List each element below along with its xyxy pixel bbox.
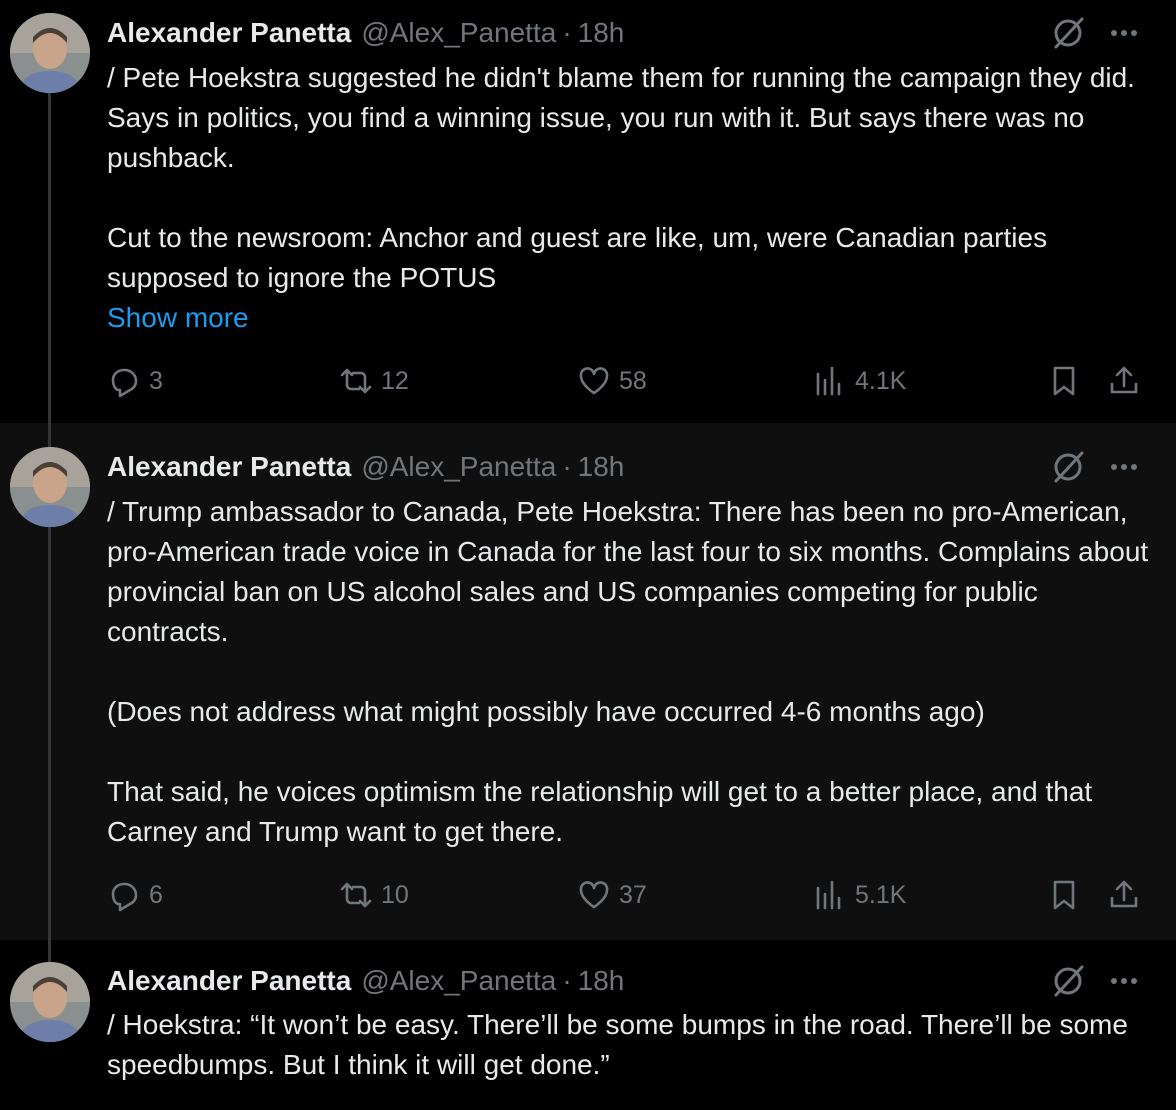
tweet-text: / Trump ambassador to Canada, Pete Hoeks…: [107, 496, 1149, 847]
bookmark-button[interactable]: [1047, 361, 1081, 401]
avatar[interactable]: [10, 13, 90, 93]
repost-count: 10: [381, 880, 409, 909]
repost-button[interactable]: 10: [339, 875, 409, 915]
bookmark-icon: [1053, 880, 1075, 910]
timestamp[interactable]: 18h: [578, 17, 625, 49]
views-icon: [816, 366, 841, 396]
heart-icon: [579, 881, 609, 909]
thread-line: [48, 423, 51, 447]
tweet[interactable]: Alexander Panetta @Alex_Panetta · 18h / …: [0, 0, 1176, 423]
author-handle[interactable]: @Alex_Panetta: [361, 965, 556, 997]
author-name[interactable]: Alexander Panetta: [107, 451, 351, 483]
share-icon: [1110, 880, 1138, 908]
reply-button[interactable]: 3: [107, 361, 163, 401]
timestamp[interactable]: 18h: [578, 451, 625, 483]
show-more-link[interactable]: Show more: [107, 302, 249, 333]
tweet-body: / Trump ambassador to Canada, Pete Hoeks…: [107, 492, 1157, 852]
share-button[interactable]: [1107, 361, 1141, 401]
like-button[interactable]: 37: [577, 875, 647, 915]
author-handle[interactable]: @Alex_Panetta: [361, 17, 556, 49]
thread-line: [48, 92, 51, 423]
tweet[interactable]: Alexander Panetta @Alex_Panetta · 18h / …: [0, 940, 1176, 1110]
separator: ·: [562, 965, 572, 996]
author-name[interactable]: Alexander Panetta: [107, 17, 351, 49]
grok-icon[interactable]: [1050, 449, 1086, 485]
views-button[interactable]: 5.1K: [813, 875, 906, 915]
view-count: 4.1K: [855, 366, 907, 395]
share-button[interactable]: [1107, 875, 1141, 915]
avatar[interactable]: [10, 447, 90, 527]
separator: ·: [562, 17, 572, 48]
reply-icon: [111, 368, 138, 398]
bookmark-icon: [1053, 366, 1075, 396]
more-icon[interactable]: [1108, 15, 1140, 51]
bookmark-button[interactable]: [1047, 875, 1081, 915]
separator: ·: [562, 451, 572, 482]
reply-count: 3: [149, 366, 163, 395]
action-bar: 3 12 58 4.1K: [107, 361, 1147, 401]
more-icon[interactable]: [1108, 449, 1140, 485]
thread-line: [48, 940, 51, 962]
like-button[interactable]: 58: [577, 361, 647, 401]
more-icon[interactable]: [1108, 963, 1140, 999]
repost-button[interactable]: 12: [339, 361, 409, 401]
tweet-body: / Hoekstra: “It won’t be easy. There’ll …: [107, 1005, 1157, 1085]
repost-icon: [340, 882, 372, 908]
tweet-text: / Hoekstra: “It won’t be easy. There’ll …: [107, 1009, 1136, 1080]
grok-icon[interactable]: [1050, 963, 1086, 999]
like-count: 58: [619, 366, 647, 395]
timestamp[interactable]: 18h: [578, 965, 625, 997]
reply-icon: [111, 882, 138, 912]
repost-count: 12: [381, 366, 409, 395]
thread-line: [48, 527, 51, 940]
heart-icon: [579, 367, 609, 395]
grok-icon[interactable]: [1050, 15, 1086, 51]
tweet[interactable]: Alexander Panetta @Alex_Panetta · 18h / …: [0, 423, 1176, 940]
views-icon: [816, 880, 841, 910]
tweet-text: / Pete Hoekstra suggested he didn't blam…: [107, 62, 1135, 293]
share-icon: [1110, 366, 1138, 394]
views-button[interactable]: 4.1K: [813, 361, 906, 401]
tweet-body: / Pete Hoekstra suggested he didn't blam…: [107, 58, 1157, 338]
repost-icon: [340, 368, 372, 394]
avatar[interactable]: [10, 962, 90, 1042]
action-bar: 6 10 37 5.1K: [107, 875, 1147, 915]
reply-count: 6: [149, 880, 163, 909]
view-count: 5.1K: [855, 880, 907, 909]
like-count: 37: [619, 880, 647, 909]
author-handle[interactable]: @Alex_Panetta: [361, 451, 556, 483]
reply-button[interactable]: 6: [107, 875, 163, 915]
author-name[interactable]: Alexander Panetta: [107, 965, 351, 997]
